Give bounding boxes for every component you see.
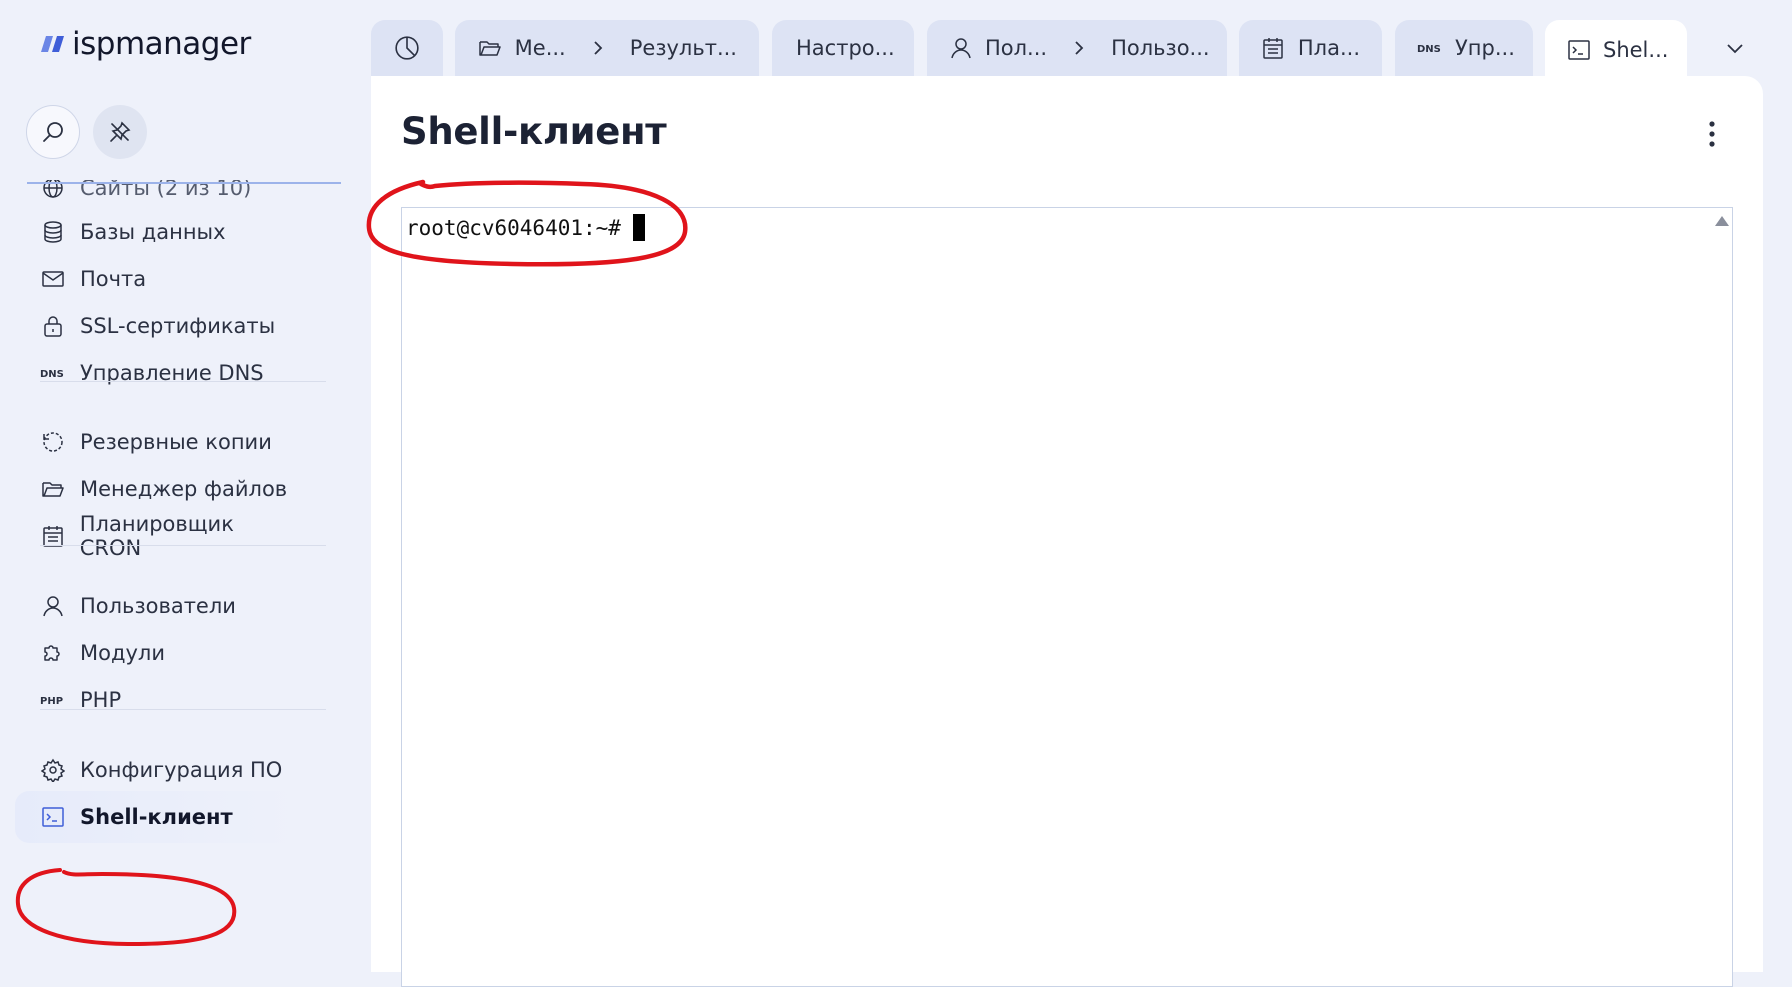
backup-icon — [40, 429, 66, 455]
sidebar-item-label: Shell-клиент — [80, 805, 233, 829]
sidebar-divider — [40, 709, 326, 710]
logo[interactable]: ispmanager — [40, 26, 251, 62]
folder-icon — [477, 35, 503, 61]
more-menu-button[interactable] — [1697, 116, 1727, 152]
svg-text:DNS: DNS — [1417, 44, 1441, 55]
sidebar-item-shell-client[interactable]: Shell-клиент — [15, 791, 300, 843]
calendar-icon — [1261, 35, 1286, 61]
chevron-right-icon — [592, 40, 604, 56]
search-button[interactable] — [26, 105, 80, 159]
gear-icon — [40, 757, 66, 783]
tab-settings[interactable]: Настро... — [772, 20, 914, 76]
tab-users[interactable]: Пол... Пользо... — [927, 20, 1227, 76]
chevron-down-icon — [1727, 44, 1743, 54]
tab-label: Shel... — [1603, 38, 1669, 62]
user-icon — [949, 35, 973, 61]
tabs-dropdown-button[interactable] — [1715, 28, 1755, 68]
sidebar-actions — [26, 105, 147, 159]
tab-label: Пла... — [1297, 36, 1360, 60]
sidebar-item-label: Почта — [80, 267, 147, 291]
logo-mark-icon — [41, 36, 64, 52]
terminal-icon — [1567, 37, 1591, 63]
sidebar-item-label: Планировщик CRON — [79, 512, 234, 560]
sidebar-item-databases[interactable]: Базы данных — [15, 206, 300, 258]
tab-dashboard[interactable] — [371, 20, 443, 76]
lock-icon — [40, 313, 66, 339]
sidebar-item-label: Базы данных — [80, 220, 226, 244]
sidebar-item-cron[interactable]: Планировщик CRON — [15, 510, 300, 562]
tab-label: Настро... — [796, 36, 895, 60]
dashboard-icon — [394, 35, 420, 61]
terminal-icon — [40, 804, 66, 830]
tab-label: Упр... — [1455, 36, 1515, 60]
sidebar: ispmanager Сайты (2 из 10) Базы данных П… — [0, 0, 370, 972]
more-vertical-icon — [1709, 121, 1715, 147]
sidebar-item-label: Пользователи — [80, 594, 236, 618]
sidebar-item-label: SSL-сертификаты — [80, 314, 276, 338]
sidebar-item-dns[interactable]: DNS Управление DNS — [15, 347, 300, 399]
tab-sub-label: Результ... — [629, 36, 737, 60]
unpin-menu-button[interactable] — [93, 105, 147, 159]
logo-text: ispmanager — [72, 26, 251, 62]
user-icon — [40, 593, 66, 619]
sidebar-item-label: Конфигурация ПО — [80, 758, 283, 782]
scroll-up-arrow-icon[interactable] — [1714, 214, 1730, 228]
page-title: Shell-клиент — [401, 110, 667, 153]
sidebar-menu: Сайты (2 из 10) Базы данных Почта SSL-се… — [0, 180, 370, 972]
main-panel: Shell-клиент root@cv6046401:~# — [366, 76, 1763, 987]
sidebar-item-label: Резервные копии — [80, 430, 272, 454]
sidebar-item-modules[interactable]: Модули — [15, 627, 300, 679]
sidebar-divider — [40, 545, 326, 546]
terminal[interactable]: root@cv6046401:~# — [401, 207, 1733, 987]
tab-dns[interactable]: DNS Упр... — [1395, 20, 1533, 76]
database-icon — [40, 219, 66, 245]
sidebar-divider — [40, 381, 326, 382]
tab-file-manager[interactable]: Ме... Результ... — [455, 20, 759, 76]
tab-cron[interactable]: Пла... — [1239, 20, 1382, 76]
sidebar-item-users[interactable]: Пользователи — [15, 580, 300, 632]
sidebar-item-backups[interactable]: Резервные копии — [15, 416, 300, 468]
folder-icon — [40, 476, 66, 502]
terminal-cursor — [632, 214, 645, 241]
sidebar-item-label: Модули — [80, 641, 165, 665]
chevron-right-icon — [1073, 40, 1085, 56]
sidebar-item-file-manager[interactable]: Менеджер файлов — [15, 463, 300, 515]
search-icon — [43, 122, 63, 142]
sidebar-item-label: Менеджер файлов — [80, 477, 288, 501]
dns-icon: DNS — [1417, 35, 1443, 61]
terminal-prompt: root@cv6046401:~# — [406, 215, 621, 240]
svg-text:DNS: DNS — [40, 369, 64, 380]
tab-sub-label: Пользо... — [1111, 36, 1210, 60]
sidebar-item-ssl[interactable]: SSL-сертификаты — [15, 300, 300, 352]
tab-label: Ме... — [514, 36, 566, 60]
sidebar-item-software-config[interactable]: Конфигурация ПО — [15, 744, 300, 796]
scroll-indicator — [27, 180, 341, 184]
svg-text:PHP: PHP — [40, 696, 63, 707]
mail-icon — [40, 266, 66, 292]
unpin-icon — [110, 121, 131, 142]
terminal-line: root@cv6046401:~# — [406, 214, 645, 241]
tab-shell-client[interactable]: Shel... — [1545, 20, 1687, 80]
sidebar-item-php[interactable]: PHP PHP — [15, 674, 300, 726]
sidebar-item-mail[interactable]: Почта — [15, 253, 300, 305]
dns-icon: DNS — [40, 360, 66, 386]
tab-bar: Ме... Результ... Настро... Пол... Пользо… — [371, 20, 1771, 80]
tab-label: Пол... — [985, 36, 1048, 60]
puzzle-icon — [40, 640, 66, 666]
